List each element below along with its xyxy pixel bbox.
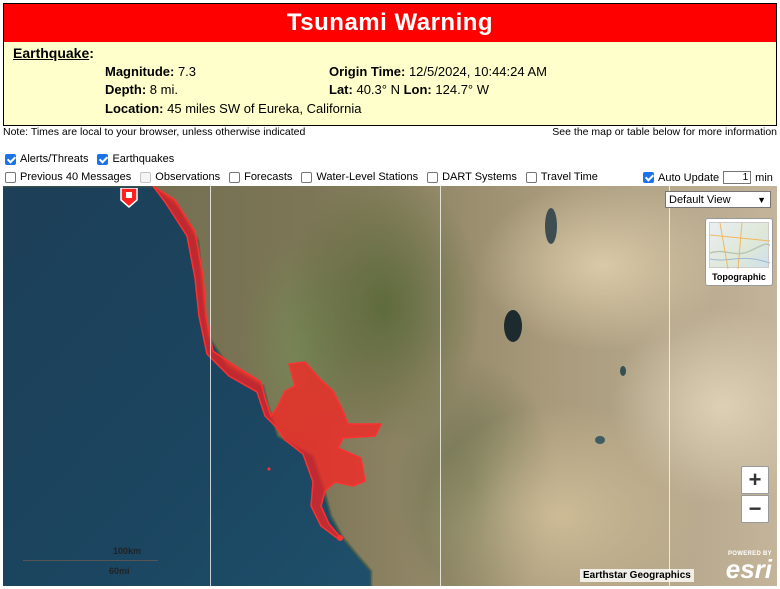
water-level-checkbox[interactable] — [301, 171, 313, 183]
alerts-checkbox[interactable] — [5, 153, 16, 165]
magnitude-field: Magnitude: 7.3 — [105, 64, 197, 79]
forecasts-label[interactable]: Forecasts — [244, 171, 292, 183]
layers-row-2: Previous 40 Messages Observations Foreca… — [5, 171, 607, 183]
view-select[interactable]: Default View ▼ — [665, 191, 771, 208]
magnitude-value: 7.3 — [177, 64, 197, 79]
origin-time-field: Origin Time: 12/5/2024, 10:44:24 AM — [329, 64, 548, 79]
esri-wordmark: esri — [725, 554, 772, 584]
observations-checkbox — [140, 171, 152, 183]
view-select-value: Default View — [669, 193, 731, 206]
location-value: 45 miles SW of Eureka, California — [167, 101, 362, 116]
travel-time-label[interactable]: Travel Time — [541, 171, 598, 183]
lon-value: 124.7° W — [435, 82, 490, 97]
earthquakes-checkbox[interactable] — [97, 153, 109, 165]
observations-label: Observations — [155, 171, 221, 183]
auto-update-control: Auto Update 1 min — [643, 171, 773, 184]
depth-field: Depth: 8 mi. — [105, 82, 178, 97]
scale-bar: 100km 60mi — [23, 546, 158, 576]
location-field: Location: 45 miles SW of Eureka, Califor… — [105, 101, 362, 116]
lakes — [504, 208, 626, 444]
graticule-line — [440, 186, 441, 586]
earthquake-heading[interactable]: Earthquake — [13, 45, 89, 61]
zoom-out-button[interactable]: − — [741, 495, 769, 523]
warning-banner: Tsunami Warning — [3, 3, 777, 43]
scale-mi-label: 60mi — [109, 566, 130, 576]
basemap-toggle[interactable]: Topographic — [705, 218, 773, 286]
previous-messages-label[interactable]: Previous 40 Messages — [20, 171, 131, 183]
esri-logo[interactable]: POWERED BY esri — [725, 551, 772, 584]
topographic-thumbnail-icon — [709, 222, 771, 270]
earthquakes-label[interactable]: Earthquakes — [112, 153, 174, 165]
zoom-in-button[interactable]: + — [741, 466, 769, 494]
scale-line — [23, 560, 158, 562]
earthquake-panel: Earthquake: Magnitude: 7.3 Depth: 8 mi. … — [3, 42, 777, 126]
forecasts-checkbox[interactable] — [229, 171, 241, 183]
graticule-line — [669, 186, 670, 586]
travel-time-checkbox[interactable] — [525, 171, 537, 183]
origin-time-value: 12/5/2024, 10:44:24 AM — [408, 64, 548, 79]
scale-km-label: 100km — [113, 546, 142, 556]
times-note: Note: Times are local to your browser, u… — [3, 126, 306, 138]
layers-row-1: Alerts/Threats Earthquakes — [5, 153, 183, 165]
auto-update-checkbox[interactable] — [643, 172, 654, 183]
warning-title: Tsunami Warning — [286, 9, 494, 36]
basemap-label: Topographic — [712, 272, 766, 282]
water-level-label[interactable]: Water-Level Stations — [316, 171, 418, 183]
map-note: See the map or table below for more info… — [552, 126, 777, 138]
coordinates-field: Lat: 40.3° N Lon: 124.7° W — [329, 82, 490, 97]
previous-messages-checkbox[interactable] — [5, 171, 16, 183]
auto-update-input[interactable]: 1 — [723, 171, 752, 184]
map-attribution[interactable]: Earthstar Geographics — [580, 569, 694, 582]
map-view[interactable]: Default View ▼ Topographic + − 100km 60m… — [3, 186, 777, 586]
auto-update-label[interactable]: Auto Update — [658, 172, 719, 184]
earthquake-marker-icon[interactable] — [118, 188, 140, 208]
dart-label[interactable]: DART Systems — [442, 171, 517, 183]
graticule-line — [210, 186, 211, 586]
auto-update-unit: min — [755, 171, 773, 184]
basemap-thumbnail — [709, 222, 771, 270]
lat-value: 40.3° N — [356, 82, 400, 97]
alerts-label[interactable]: Alerts/Threats — [20, 153, 88, 165]
chevron-down-icon: ▼ — [757, 195, 766, 205]
dart-checkbox[interactable] — [427, 171, 439, 183]
depth-value: 8 mi. — [149, 82, 178, 97]
